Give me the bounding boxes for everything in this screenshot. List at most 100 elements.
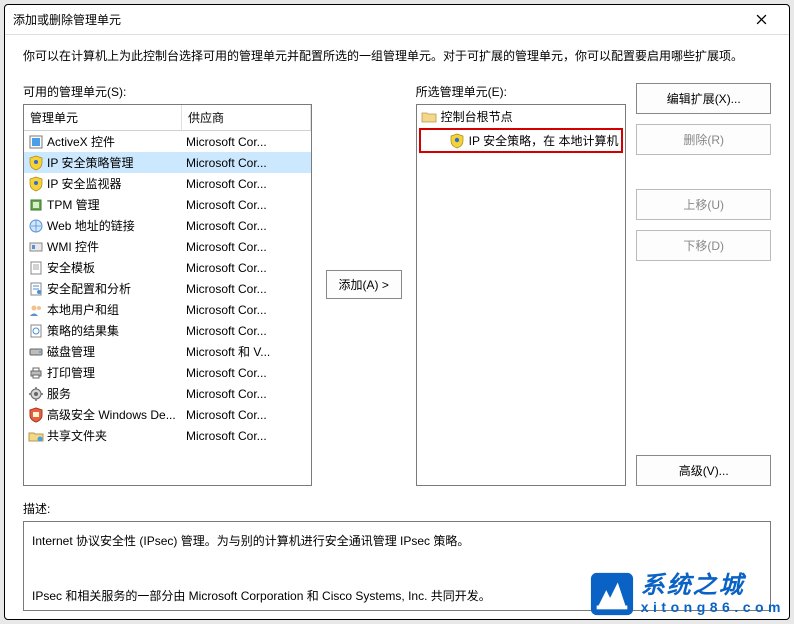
list-item-vendor: Microsoft Cor...: [182, 197, 311, 213]
list-item[interactable]: IP 安全监视器 Microsoft Cor...: [24, 173, 311, 194]
move-up-button[interactable]: 上移(U): [636, 189, 771, 220]
list-item-name-cell: 策略的结果集: [24, 321, 182, 340]
available-column: 可用的管理单元(S): 管理单元 供应商 ActiveX 控件 Microsoft…: [23, 83, 312, 486]
available-listbox[interactable]: 管理单元 供应商 ActiveX 控件Microsoft Cor...IP 安全…: [23, 104, 312, 486]
list-item[interactable]: TPM 管理 Microsoft Cor...: [24, 194, 311, 215]
middle-column: 添加(A) >: [322, 83, 406, 486]
remove-button[interactable]: 删除(R): [636, 124, 771, 155]
list-item-name-cell: Web 地址的链接: [24, 216, 182, 235]
list-item-vendor: Microsoft Cor...: [182, 134, 311, 150]
list-item[interactable]: 打印管理 Microsoft Cor...: [24, 362, 311, 383]
shield-y-icon: [28, 155, 44, 171]
wmi-icon: [28, 239, 44, 255]
list-item-vendor: Microsoft Cor...: [182, 260, 311, 276]
template-icon: [28, 260, 44, 276]
description-label: 描述:: [23, 500, 771, 517]
list-item-name: 服务: [47, 385, 71, 402]
available-label: 可用的管理单元(S):: [23, 83, 312, 100]
list-item-name: ActiveX 控件: [47, 133, 115, 150]
list-item-name-cell: 磁盘管理: [24, 342, 182, 361]
users-icon: [28, 302, 44, 318]
shield-y-icon: [28, 176, 44, 192]
close-button[interactable]: [741, 6, 781, 34]
list-item[interactable]: ActiveX 控件 Microsoft Cor...: [24, 131, 311, 152]
list-item-name: IP 安全监视器: [47, 175, 121, 192]
tree-child-label: IP 安全策略，在 本地计算机: [469, 132, 619, 149]
available-header-name[interactable]: 管理单元: [24, 105, 182, 130]
list-item-name: 打印管理: [47, 364, 95, 381]
folder-icon: [421, 109, 437, 125]
list-item-name: 高级安全 Windows De...: [47, 406, 176, 423]
list-item-name-cell: TPM 管理: [24, 195, 182, 214]
list-item-name-cell: IP 安全监视器: [24, 174, 182, 193]
tree-root-label: 控制台根节点: [441, 108, 513, 125]
list-item-vendor: Microsoft Cor...: [182, 407, 311, 423]
list-item-name-cell: 服务: [24, 384, 182, 403]
list-item[interactable]: Web 地址的链接 Microsoft Cor...: [24, 215, 311, 236]
description-box: Internet 协议安全性 (IPsec) 管理。为与别的计算机进行安全通讯管…: [23, 521, 771, 611]
list-item-name: Web 地址的链接: [47, 217, 135, 234]
edit-extensions-button[interactable]: 编辑扩展(X)...: [636, 83, 771, 114]
list-item-vendor: Microsoft Cor...: [182, 239, 311, 255]
intro-text: 你可以在计算机上为此控制台选择可用的管理单元并配置所选的一组管理单元。对于可扩展…: [23, 47, 771, 65]
list-item-vendor: Microsoft Cor...: [182, 386, 311, 402]
list-item-vendor: Microsoft 和 V...: [182, 342, 311, 361]
list-item-name: 本地用户和组: [47, 301, 119, 318]
tree-child-highlighted[interactable]: IP 安全策略，在 本地计算机: [419, 128, 624, 153]
tpm-icon: [28, 197, 44, 213]
link-icon: [28, 218, 44, 234]
list-item-name: 共享文件夹: [47, 427, 107, 444]
list-item-vendor: Microsoft Cor...: [182, 365, 311, 381]
disk-icon: [28, 344, 44, 360]
list-item-vendor: Microsoft Cor...: [182, 323, 311, 339]
list-item-vendor: Microsoft Cor...: [182, 176, 311, 192]
button-column: 编辑扩展(X)... 删除(R) 上移(U) 下移(D) 高级(V)...: [636, 83, 771, 486]
shield-icon: [449, 133, 465, 149]
list-item-name: 安全配置和分析: [47, 280, 131, 297]
list-item-name-cell: 共享文件夹: [24, 426, 182, 445]
list-item-name: 策略的结果集: [47, 322, 119, 339]
activex-icon: [28, 134, 44, 150]
dialog-title: 添加或删除管理单元: [13, 11, 741, 28]
list-item[interactable]: WMI 控件Microsoft Cor...: [24, 236, 311, 257]
list-item-vendor: Microsoft Cor...: [182, 281, 311, 297]
list-item[interactable]: IP 安全策略管理Microsoft Cor...: [24, 152, 311, 173]
dialog-content: 你可以在计算机上为此控制台选择可用的管理单元并配置所选的一组管理单元。对于可扩展…: [5, 35, 789, 619]
available-header-vendor[interactable]: 供应商: [182, 105, 311, 130]
snapin-dialog: 添加或删除管理单元 你可以在计算机上为此控制台选择可用的管理单元并配置所选的一组…: [4, 4, 790, 620]
list-item-name: 磁盘管理: [47, 343, 95, 360]
list-item-name-cell: 安全配置和分析: [24, 279, 182, 298]
service-icon: [28, 386, 44, 402]
list-item[interactable]: 共享文件夹Microsoft Cor...: [24, 425, 311, 446]
selected-column: 所选管理单元(E): 控制台根节点 IP 安全策略，在 本地计算机: [416, 83, 627, 486]
available-header-row: 管理单元 供应商: [24, 105, 311, 131]
print-icon: [28, 365, 44, 381]
list-item[interactable]: 服务 Microsoft Cor...: [24, 383, 311, 404]
list-item[interactable]: 策略的结果集 Microsoft Cor...: [24, 320, 311, 341]
list-item-name: 安全模板: [47, 259, 95, 276]
titlebar: 添加或删除管理单元: [5, 5, 789, 35]
list-item-name: TPM 管理: [47, 196, 100, 213]
list-item[interactable]: 本地用户和组 Microsoft Cor...: [24, 299, 311, 320]
list-item-name-cell: 打印管理: [24, 363, 182, 382]
tree-root[interactable]: 控制台根节点: [419, 107, 624, 126]
selected-tree[interactable]: 控制台根节点 IP 安全策略，在 本地计算机: [416, 104, 627, 486]
advanced-button[interactable]: 高级(V)...: [636, 455, 771, 486]
list-item[interactable]: 安全模板 Microsoft Cor...: [24, 257, 311, 278]
selected-label: 所选管理单元(E):: [416, 83, 627, 100]
list-item[interactable]: 磁盘管理 Microsoft 和 V...: [24, 341, 311, 362]
move-down-button[interactable]: 下移(D): [636, 230, 771, 261]
share-icon: [28, 428, 44, 444]
list-item-vendor: Microsoft Cor...: [182, 155, 311, 171]
firewall-icon: [28, 407, 44, 423]
add-button[interactable]: 添加(A) >: [326, 270, 402, 299]
description-line1: Internet 协议安全性 (IPsec) 管理。为与别的计算机进行安全通讯管…: [32, 532, 762, 551]
list-item[interactable]: 安全配置和分析 Microsoft Cor...: [24, 278, 311, 299]
close-icon: [756, 14, 767, 25]
main-area: 可用的管理单元(S): 管理单元 供应商 ActiveX 控件 Microsoft…: [23, 83, 771, 486]
list-item-vendor: Microsoft Cor...: [182, 218, 311, 234]
list-item-vendor: Microsoft Cor...: [182, 302, 311, 318]
config-icon: [28, 281, 44, 297]
list-item[interactable]: 高级安全 Windows De... Microsoft Cor...: [24, 404, 311, 425]
description-line2: IPsec 和相关服务的一部分由 Microsoft Corporation 和…: [32, 587, 762, 606]
